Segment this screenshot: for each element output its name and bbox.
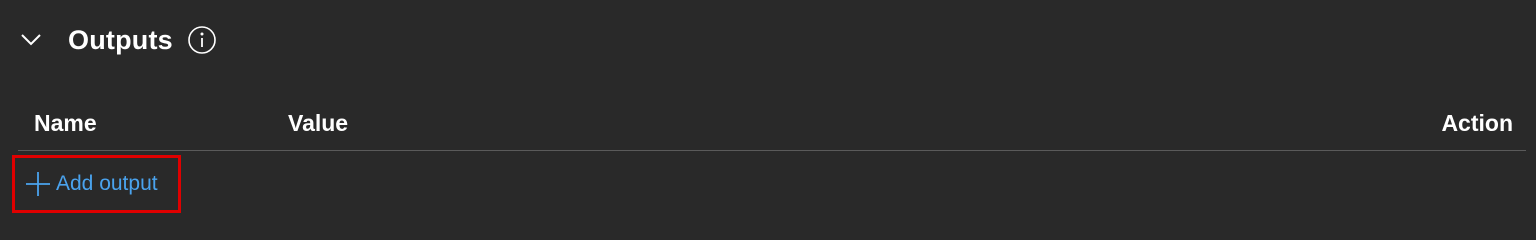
table-header: Name Value Action	[18, 104, 1526, 150]
header-divider	[18, 150, 1526, 151]
add-output-label: Add output	[56, 172, 158, 195]
outputs-panel: Outputs Name Value Action Add output	[0, 0, 1536, 236]
column-header-value: Value	[288, 110, 349, 136]
add-output-button[interactable]: Add output	[12, 155, 181, 213]
info-icon[interactable]	[186, 24, 218, 56]
column-header-name: Name	[34, 110, 97, 136]
section-title: Outputs	[68, 24, 173, 55]
column-header-action: Action	[1441, 110, 1513, 136]
plus-icon	[25, 171, 51, 197]
chevron-down-icon[interactable]	[18, 27, 44, 53]
section-header: Outputs	[18, 20, 218, 60]
